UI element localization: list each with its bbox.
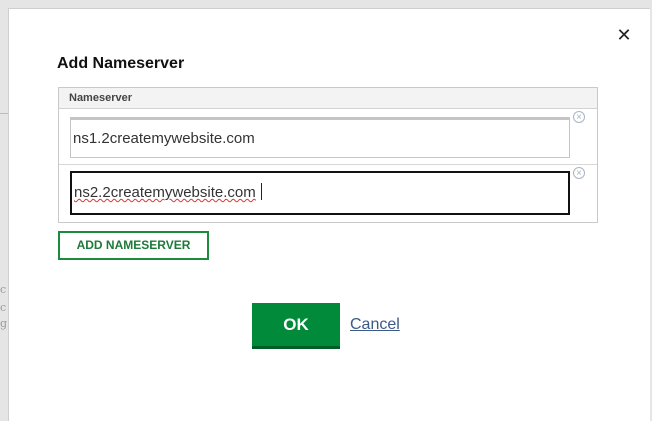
nameserver-row: ns1.2createmywebsite.com × bbox=[59, 109, 597, 165]
nameserver-input-value: ns1.2createmywebsite.com bbox=[73, 130, 255, 147]
background-text-fragment: c bbox=[0, 302, 7, 314]
close-icon[interactable]: ✕ bbox=[615, 26, 633, 44]
background-divider bbox=[0, 113, 8, 114]
ok-button[interactable]: OK bbox=[252, 303, 340, 349]
remove-circle-icon[interactable]: × bbox=[573, 111, 585, 123]
nameserver-column-header: Nameserver bbox=[59, 88, 597, 109]
add-nameserver-button[interactable]: ADD NAMESERVER bbox=[58, 231, 209, 260]
remove-circle-icon[interactable]: × bbox=[573, 167, 585, 179]
dialog-title: Add Nameserver bbox=[57, 55, 185, 72]
nameserver-table: Nameserver ns1.2createmywebsite.com × ns… bbox=[58, 87, 598, 223]
nameserver-input-2[interactable]: ns2.2createmywebsite.com bbox=[70, 171, 570, 215]
cancel-link[interactable]: Cancel bbox=[350, 316, 400, 334]
nameserver-input-value: ns2.2createmywebsite.com bbox=[74, 184, 256, 201]
text-caret bbox=[260, 183, 262, 200]
nameserver-row: ns2.2createmywebsite.com × bbox=[59, 165, 597, 221]
add-nameserver-dialog: ✕ Add Nameserver Nameserver ns1.2createm… bbox=[8, 8, 650, 421]
nameserver-input-1[interactable]: ns1.2createmywebsite.com bbox=[70, 117, 570, 158]
background-text-fragment: g bbox=[0, 318, 8, 330]
background-text-fragment: c bbox=[0, 284, 7, 296]
